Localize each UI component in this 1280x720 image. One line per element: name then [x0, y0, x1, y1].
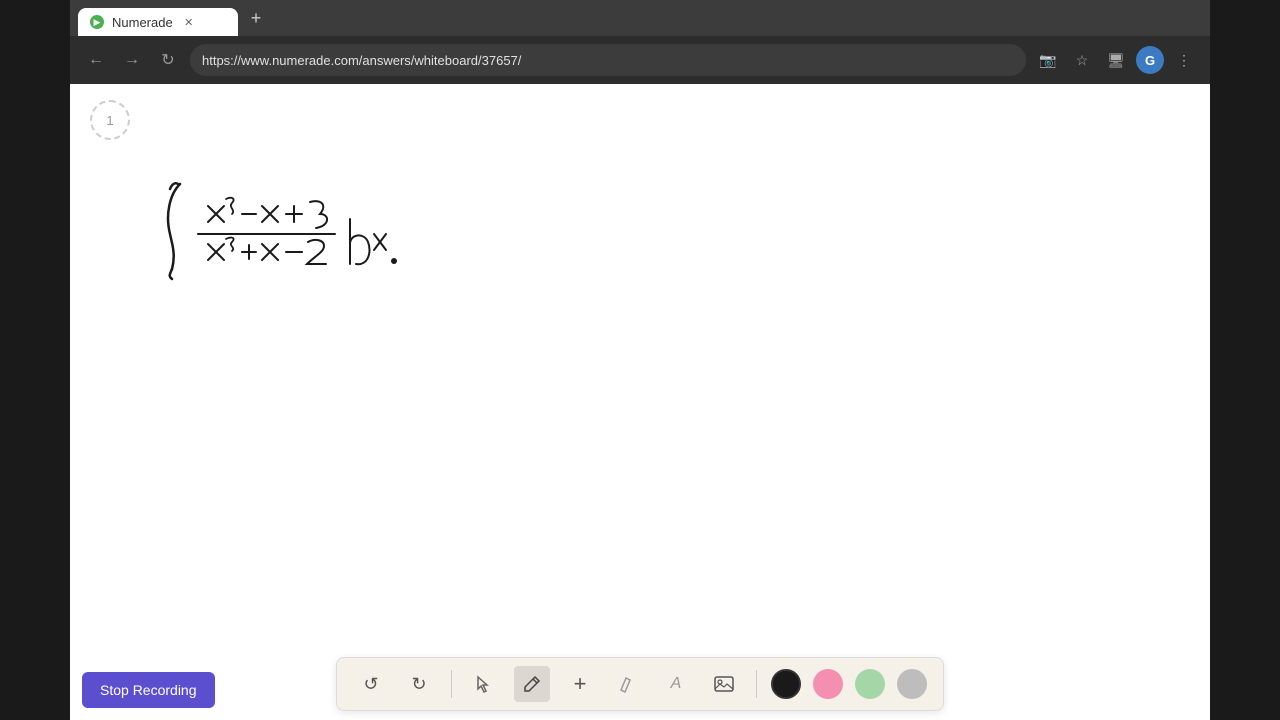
- color-green[interactable]: [855, 669, 885, 699]
- text-tool-button[interactable]: A: [658, 666, 694, 702]
- toolbar-separator-1: [451, 670, 452, 698]
- select-icon: [474, 674, 494, 694]
- color-gray[interactable]: [897, 669, 927, 699]
- new-tab-button[interactable]: +: [242, 4, 270, 32]
- color-pink[interactable]: [813, 669, 843, 699]
- url-input[interactable]: https://www.numerade.com/answers/whitebo…: [190, 44, 1026, 76]
- screenshot-icon[interactable]: 📷: [1034, 46, 1062, 74]
- toolbar-icons-group: 📷 ☆ 🖥 G ⋮: [1034, 46, 1198, 74]
- eraser-tool-button[interactable]: [610, 666, 646, 702]
- text-icon: A: [671, 675, 682, 693]
- color-black[interactable]: [771, 669, 801, 699]
- bookmark-icon[interactable]: ☆: [1068, 46, 1096, 74]
- eraser-icon: [618, 674, 638, 694]
- pen-tool-button[interactable]: [514, 666, 550, 702]
- back-button[interactable]: ←: [82, 46, 110, 74]
- undo-button[interactable]: ↺: [353, 666, 389, 702]
- bottom-toolbar: Stop Recording ↺ ↻: [70, 648, 1210, 720]
- tab-favicon-icon: ▶: [90, 15, 104, 29]
- page-number-indicator: 1: [90, 100, 130, 140]
- active-tab[interactable]: ▶ Numerade ✕: [78, 8, 238, 36]
- redo-button[interactable]: ↻: [401, 666, 437, 702]
- tab-close-button[interactable]: ✕: [181, 14, 197, 30]
- browser-window: ▶ Numerade ✕ + ← → ↻ https://www.numerad…: [70, 0, 1210, 720]
- image-tool-button[interactable]: [706, 666, 742, 702]
- math-formula-drawing: [150, 164, 470, 294]
- tab-title: Numerade: [112, 15, 173, 30]
- refresh-button[interactable]: ↻: [154, 46, 182, 74]
- plus-icon: +: [574, 671, 587, 697]
- add-button[interactable]: +: [562, 666, 598, 702]
- menu-icon[interactable]: ⋮: [1170, 46, 1198, 74]
- pen-icon: [522, 674, 542, 694]
- tab-bar: ▶ Numerade ✕ +: [70, 0, 1210, 36]
- image-icon: [713, 673, 735, 695]
- account-icon[interactable]: G: [1136, 46, 1164, 74]
- select-tool-button[interactable]: [466, 666, 502, 702]
- toolbar-separator-2: [756, 670, 757, 698]
- whiteboard-canvas[interactable]: 1: [70, 84, 1210, 720]
- stop-recording-button[interactable]: Stop Recording: [82, 672, 215, 708]
- forward-button[interactable]: →: [118, 46, 146, 74]
- display-icon[interactable]: 🖥: [1102, 46, 1130, 74]
- drawing-toolbar: ↺ ↻ +: [336, 657, 944, 711]
- address-bar: ← → ↻ https://www.numerade.com/answers/w…: [70, 36, 1210, 84]
